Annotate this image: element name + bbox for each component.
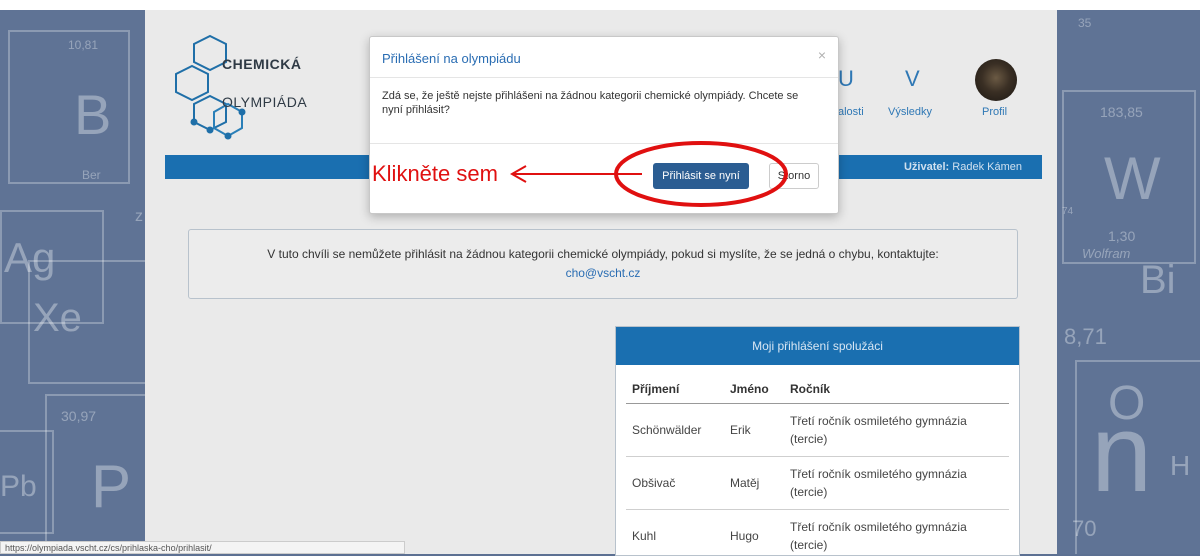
bg-tile-pb-symbol: Pb	[0, 470, 37, 504]
bg-tile-pb: Pb	[0, 430, 54, 534]
login-modal: Přihlášení na olympiádu × Zdá se, že ješ…	[369, 36, 839, 214]
contact-email-link[interactable]: cho@vscht.cz	[189, 266, 1017, 280]
modal-title: Přihlášení na olympiádu	[382, 51, 521, 66]
bg-tile-w-symbol: W	[1104, 144, 1161, 213]
nav-icon-udalosti[interactable]: U	[838, 66, 854, 92]
bg-fragment-wolfram: Wolfram	[1082, 246, 1130, 261]
bg-fragment-871: 8,71	[1064, 324, 1107, 350]
bg-tile-b-symbol: B	[74, 82, 111, 147]
bg-fragment-z: z	[135, 208, 143, 226]
table-row: Kuhl Hugo Třetí ročník osmiletého gymnáz…	[626, 510, 1009, 556]
cell-name: Matěj	[724, 457, 784, 510]
bg-tile-w: 183,85 W 1,30 Wolfram	[1062, 90, 1196, 264]
table-row: Obšivač Matěj Třetí ročník osmiletého gy…	[626, 457, 1009, 510]
cell-surname: Schönwälder	[626, 404, 724, 457]
avatar[interactable]	[975, 59, 1017, 101]
bg-fragment-130: 1,30	[1108, 228, 1135, 244]
status-bar-url: https://olympiada.vscht.cz/cs/prihlaska-…	[0, 541, 405, 554]
bg-fragment-70: 70	[1072, 516, 1096, 542]
column-header-year: Ročník	[784, 365, 1009, 404]
cell-surname: Kuhl	[626, 510, 724, 556]
close-icon[interactable]: ×	[818, 47, 826, 63]
cancel-button[interactable]: Storno	[769, 163, 819, 189]
bg-fragment-h: H	[1170, 450, 1190, 482]
logo-text-chemicka: CHEMICKÁ	[222, 56, 301, 72]
classmates-panel: Moji přihlášení spolužáci Příjmení Jméno…	[615, 326, 1020, 556]
cell-year: Třetí ročník osmiletého gymnázia (tercie…	[784, 457, 1009, 510]
cell-name: Erik	[724, 404, 784, 457]
nav-item-udalosti[interactable]: alosti	[838, 106, 864, 118]
modal-body-text: Zdá se, že ještě nejste přihlášeni na žá…	[382, 89, 822, 117]
info-text: V tuto chvíli se nemůžete přihlásit na ž…	[189, 247, 1017, 261]
classmates-table: Příjmení Jméno Ročník Schönwälder Erik T…	[626, 365, 1009, 556]
column-header-name: Jméno	[724, 365, 784, 404]
bg-tile-b: 10,81 B Ber	[8, 30, 130, 184]
nav-item-profil[interactable]: Profil	[982, 106, 1007, 118]
annotation-text: Klikněte sem	[372, 161, 498, 187]
user-name[interactable]: Radek Kámen	[952, 161, 1022, 173]
cell-name: Hugo	[724, 510, 784, 556]
info-alert: V tuto chvíli se nemůžete přihlásit na ž…	[188, 229, 1018, 299]
cell-surname: Obšivač	[626, 457, 724, 510]
nav-icon-vysledky[interactable]: V	[905, 66, 920, 92]
bg-tile-xe: Xe	[28, 260, 148, 384]
bg-tile-p-number: 30,97	[61, 408, 96, 424]
bg-tile-bi-symbol: Bi	[1140, 258, 1176, 303]
bg-tile-xe-symbol: Xe	[33, 296, 82, 341]
bg-fragment-74: 74	[1062, 206, 1073, 217]
logo-text-olympiada: OLYMPIÁDA	[222, 94, 307, 110]
bg-fragment-35: 35	[1078, 16, 1091, 30]
cell-year: Třetí ročník osmiletého gymnázia (tercie…	[784, 404, 1009, 457]
modal-divider	[370, 77, 838, 78]
table-row: Schönwälder Erik Třetí ročník osmiletého…	[626, 404, 1009, 457]
bg-tile-b-number: 10,81	[68, 38, 98, 52]
nav-item-vysledky[interactable]: Výsledky	[888, 106, 932, 118]
classmates-title: Moji přihlášení spolužáci	[616, 327, 1019, 365]
modal-divider	[370, 143, 838, 144]
bg-tile-p-symbol: P	[91, 452, 131, 521]
user-info: Uživatel: Radek Kámen	[904, 161, 1022, 173]
browser-top-strip	[0, 0, 1200, 10]
bg-fragment-ber: Ber	[82, 168, 101, 182]
register-now-button[interactable]: Přihlásit se nyní	[653, 163, 749, 189]
column-header-surname: Příjmení	[626, 365, 724, 404]
table-header-row: Příjmení Jméno Ročník	[626, 365, 1009, 404]
olympiad-logo-icon	[170, 30, 370, 140]
bg-tile-w-number: 183,85	[1100, 104, 1143, 120]
bg-fragment-o: O	[1108, 376, 1145, 431]
bg-tile-p: 30,97 P	[45, 394, 149, 554]
cell-year: Třetí ročník osmiletého gymnázia (tercie…	[784, 510, 1009, 556]
user-label: Uživatel:	[904, 161, 949, 173]
